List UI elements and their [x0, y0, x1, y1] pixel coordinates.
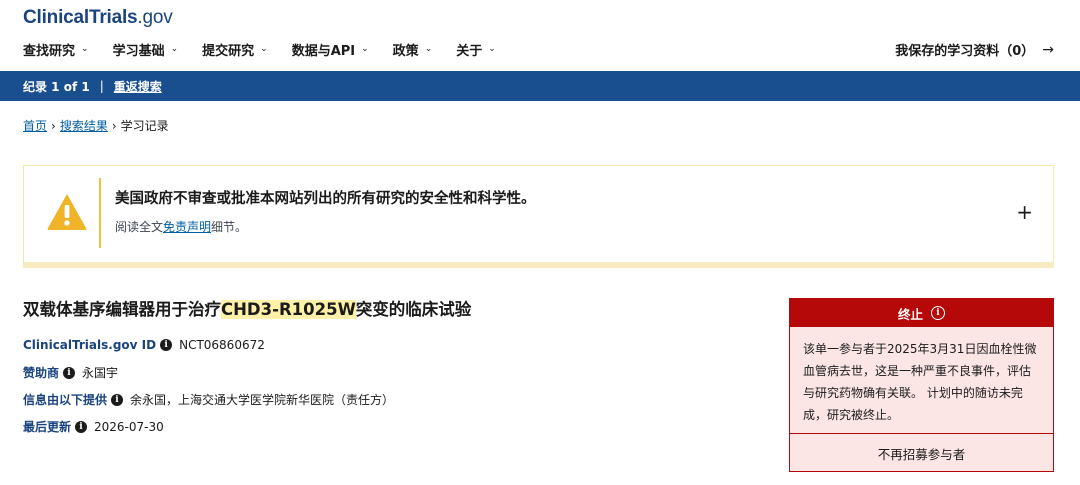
chevron-down-icon: ⌄ [81, 43, 89, 54]
last-updated-label: 最后更新 [23, 420, 72, 434]
notice-sub-suffix: 细节。 [211, 220, 248, 234]
nav-label: 政策 [392, 44, 419, 59]
recruitment-status: 不再招募参与者 [877, 446, 966, 462]
nav-label: 学习基础 [112, 44, 165, 59]
record-bar: 纪录 1 of 1 | 重返搜索 [0, 71, 1080, 101]
provider-row: 信息由以下提供 i 余永国，上海交通大学医学院新华医院（责任方） [23, 391, 394, 408]
logo-tld: .gov [137, 7, 173, 28]
status-label: 终止 [897, 306, 923, 322]
notice-divider [99, 178, 101, 248]
last-updated-value: 2026-07-30 [94, 419, 164, 434]
nav-item-data-api[interactable]: 数据与API ⌄ [291, 40, 369, 60]
study-title-prefix: 双载体基序编辑器用于治疗 [23, 300, 221, 319]
sponsor-value: 永国宇 [82, 366, 119, 380]
info-icon[interactable]: i [931, 306, 945, 320]
expand-notice-button[interactable]: + [1016, 200, 1033, 224]
saved-studies-link[interactable]: 我保存的学习资料（0） → [895, 40, 1054, 60]
record-separator: | [99, 79, 104, 93]
last-updated-row: 最后更新 i 2026-07-30 [23, 418, 164, 435]
info-icon[interactable]: i [111, 393, 124, 406]
chevron-down-icon: ⌄ [260, 43, 268, 54]
breadcrumb-separator: › [51, 118, 56, 133]
notice-title: 美国政府不审查或批准本网站列出的所有研究的安全性和科学性。 [115, 191, 536, 207]
study-id-row: ClinicalTrials.gov ID i NCT06860672 [23, 338, 265, 352]
nav-label: 数据与API [291, 44, 356, 59]
breadcrumb-home[interactable]: 首页 [23, 117, 47, 134]
notice-sub-prefix: 阅读全文 [115, 220, 164, 234]
nav-label: 提交研究 [202, 44, 255, 59]
study-title: 双载体基序编辑器用于治疗CHD3-R1025W突变的临床试验 [23, 296, 471, 320]
nav-item-submit-studies[interactable]: 提交研究 ⌄ [202, 40, 268, 60]
breadcrumb-search-results[interactable]: 搜索结果 [60, 117, 108, 134]
breadcrumb-separator: › [111, 118, 117, 133]
saved-studies-label: 我保存的学习资料（0） [895, 44, 1035, 59]
info-icon[interactable]: i [75, 420, 88, 433]
disclaimer-link[interactable]: 免责声明 [163, 220, 211, 234]
study-id-label: ClinicalTrials.gov ID [23, 338, 157, 352]
arrow-right-icon: → [1042, 41, 1054, 58]
study-id-value: NCT06860672 [179, 338, 265, 352]
chevron-down-icon: ⌄ [361, 43, 369, 54]
provider-label: 信息由以下提供 [23, 393, 108, 407]
nav-item-policy[interactable]: 政策 ⌄ [392, 40, 433, 60]
chevron-down-icon: ⌄ [424, 43, 433, 54]
nav-item-find-studies[interactable]: 查找研究 ⌄ [23, 40, 89, 60]
provider-value: 余永国，上海交通大学医学院新华医院（责任方） [130, 393, 395, 407]
nav-item-learn-basics[interactable]: 学习基础 ⌄ [112, 40, 179, 60]
main-nav: 查找研究 ⌄ 学习基础 ⌄ 提交研究 ⌄ 数据与API ⌄ 政策 ⌄ 关于 ⌄ [23, 40, 496, 60]
logo-text: ClinicalTrials [23, 7, 138, 28]
sponsor-row: 赞助商 i 永国宇 [23, 364, 118, 381]
status-header: 终止 i [790, 299, 1053, 327]
nav-item-about[interactable]: 关于 ⌄ [456, 40, 496, 60]
chevron-down-icon: ⌄ [488, 43, 496, 54]
disclaimer-notice: 美国政府不审查或批准本网站列出的所有研究的安全性和科学性。 阅读全文免责声明细节… [23, 165, 1054, 268]
nav-label: 关于 [456, 44, 483, 59]
record-count: 纪录 1 of 1 [23, 79, 90, 94]
study-title-highlight: CHD3-R1025W [221, 300, 356, 319]
warning-icon [47, 194, 87, 230]
status-description: 该单一参与者于2025年3月31日因血栓性微血管病去世，这是一种严重不良事件，评… [803, 342, 1037, 422]
study-status-box: 终止 i 该单一参与者于2025年3月31日因血栓性微血管病去世，这是一种严重不… [789, 298, 1054, 472]
site-logo[interactable]: ClinicalTrials.gov [23, 7, 173, 29]
breadcrumb-current: 学习记录 [120, 119, 169, 133]
chevron-down-icon: ⌄ [170, 43, 179, 54]
nav-label: 查找研究 [23, 44, 76, 59]
notice-subtext: 阅读全文免责声明细节。 [115, 218, 247, 235]
sponsor-label: 赞助商 [23, 366, 60, 380]
info-icon[interactable]: i [160, 339, 173, 351]
study-title-suffix: 突变的临床试验 [355, 300, 472, 319]
info-icon[interactable]: i [63, 366, 76, 379]
breadcrumb: 首页 › 搜索结果 › 学习记录 [23, 117, 169, 134]
back-to-search-link[interactable]: 重返搜索 [114, 78, 162, 95]
